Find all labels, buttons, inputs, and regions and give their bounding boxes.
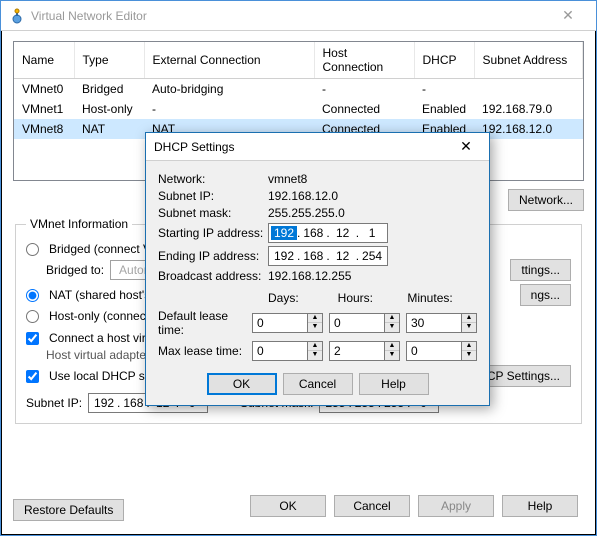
- modal-cancel-button[interactable]: Cancel: [283, 373, 353, 395]
- modal-close-icon[interactable]: ✕: [451, 138, 481, 155]
- host-only-label: Host-only (connect V: [49, 309, 160, 323]
- host-only-radio[interactable]: [26, 310, 39, 323]
- spin-up-icon[interactable]: ▲: [385, 314, 399, 323]
- connect-host-check[interactable]: [26, 332, 39, 345]
- col-name[interactable]: Name: [14, 42, 74, 79]
- spin-up-icon[interactable]: ▲: [462, 314, 476, 323]
- close-icon[interactable]: ✕: [548, 4, 588, 28]
- apply-button[interactable]: Apply: [418, 495, 494, 517]
- spin-up-icon[interactable]: ▲: [462, 342, 476, 351]
- table-row[interactable]: VMnet0 Bridged Auto-bridging - -: [14, 79, 583, 100]
- host-adapter-label: Host virtual adapter: [46, 348, 150, 362]
- bridged-settings-button[interactable]: ttings...: [510, 259, 571, 281]
- end-ip-input[interactable]: 192. 168. 12. 254: [268, 246, 388, 266]
- dhcp-settings-dialog: DHCP Settings ✕ Network:vmnet8 Subnet IP…: [145, 132, 490, 406]
- modal-title: DHCP Settings: [154, 140, 451, 154]
- max-lease-minutes[interactable]: ▲▼: [406, 341, 477, 361]
- m-subnet-mask-value: 255.255.255.0: [268, 206, 477, 220]
- window-title: Virtual Network Editor: [31, 9, 548, 23]
- nat-radio[interactable]: [26, 289, 39, 302]
- spin-down-icon[interactable]: ▼: [462, 351, 476, 360]
- table-row[interactable]: VMnet1 Host-only - Connected Enabled 192…: [14, 99, 583, 119]
- nat-label: NAT (shared host's I: [49, 288, 157, 302]
- subnet-ip-label: Subnet IP:: [26, 396, 82, 410]
- network-value: vmnet8: [268, 172, 477, 186]
- modal-titlebar: DHCP Settings ✕: [146, 133, 489, 161]
- vmnet-legend: VMnet Information: [26, 217, 132, 231]
- use-dhcp-check[interactable]: [26, 370, 39, 383]
- spin-down-icon[interactable]: ▼: [308, 351, 322, 360]
- spin-up-icon[interactable]: ▲: [308, 342, 322, 351]
- default-lease-days[interactable]: ▲▼: [252, 313, 323, 333]
- default-lease-minutes[interactable]: ▲▼: [406, 313, 477, 333]
- max-lease-label: Max lease time:: [158, 344, 246, 358]
- spin-up-icon[interactable]: ▲: [308, 314, 322, 323]
- spin-down-icon[interactable]: ▼: [385, 351, 399, 360]
- bridged-to-label: Bridged to:: [46, 263, 104, 277]
- col-subnet[interactable]: Subnet Address: [474, 42, 582, 79]
- col-dhcp[interactable]: DHCP: [414, 42, 474, 79]
- max-lease-days[interactable]: ▲▼: [252, 341, 323, 361]
- hours-label: Hours:: [338, 291, 408, 305]
- network-label: Network:: [158, 172, 268, 186]
- cancel-button[interactable]: Cancel: [334, 495, 410, 517]
- minutes-label: Minutes:: [407, 291, 477, 305]
- col-ext[interactable]: External Connection: [144, 42, 314, 79]
- app-icon: [9, 8, 25, 24]
- days-label: Days:: [268, 291, 338, 305]
- end-ip-label: Ending IP address:: [158, 249, 268, 263]
- spin-down-icon[interactable]: ▼: [385, 323, 399, 332]
- modal-ok-button[interactable]: OK: [207, 373, 277, 395]
- broadcast-label: Broadcast address:: [158, 269, 268, 283]
- change-network-button[interactable]: Network...: [508, 189, 584, 211]
- restore-defaults-button[interactable]: Restore Defaults: [13, 499, 124, 521]
- spin-down-icon[interactable]: ▼: [308, 323, 322, 332]
- default-lease-label: Default lease time:: [158, 309, 246, 337]
- col-host[interactable]: Host Connection: [314, 42, 414, 79]
- max-lease-hours[interactable]: ▲▼: [329, 341, 400, 361]
- m-subnet-ip-label: Subnet IP:: [158, 189, 268, 203]
- m-subnet-mask-label: Subnet mask:: [158, 206, 268, 220]
- start-ip-label: Starting IP address:: [158, 226, 268, 240]
- broadcast-value: 192.168.12.255: [268, 269, 477, 283]
- spin-down-icon[interactable]: ▼: [462, 323, 476, 332]
- col-type[interactable]: Type: [74, 42, 144, 79]
- titlebar: Virtual Network Editor ✕: [1, 1, 596, 31]
- bridged-radio[interactable]: [26, 243, 39, 256]
- start-ip-input[interactable]: 192. 168. 12. 1: [268, 223, 388, 243]
- nat-settings-button[interactable]: ngs...: [520, 284, 571, 306]
- connect-host-label: Connect a host virtu: [49, 331, 156, 345]
- help-button[interactable]: Help: [502, 495, 578, 517]
- modal-help-button[interactable]: Help: [359, 373, 429, 395]
- m-subnet-ip-value: 192.168.12.0: [268, 189, 477, 203]
- default-lease-hours[interactable]: ▲▼: [329, 313, 400, 333]
- spin-up-icon[interactable]: ▲: [385, 342, 399, 351]
- ok-button[interactable]: OK: [250, 495, 326, 517]
